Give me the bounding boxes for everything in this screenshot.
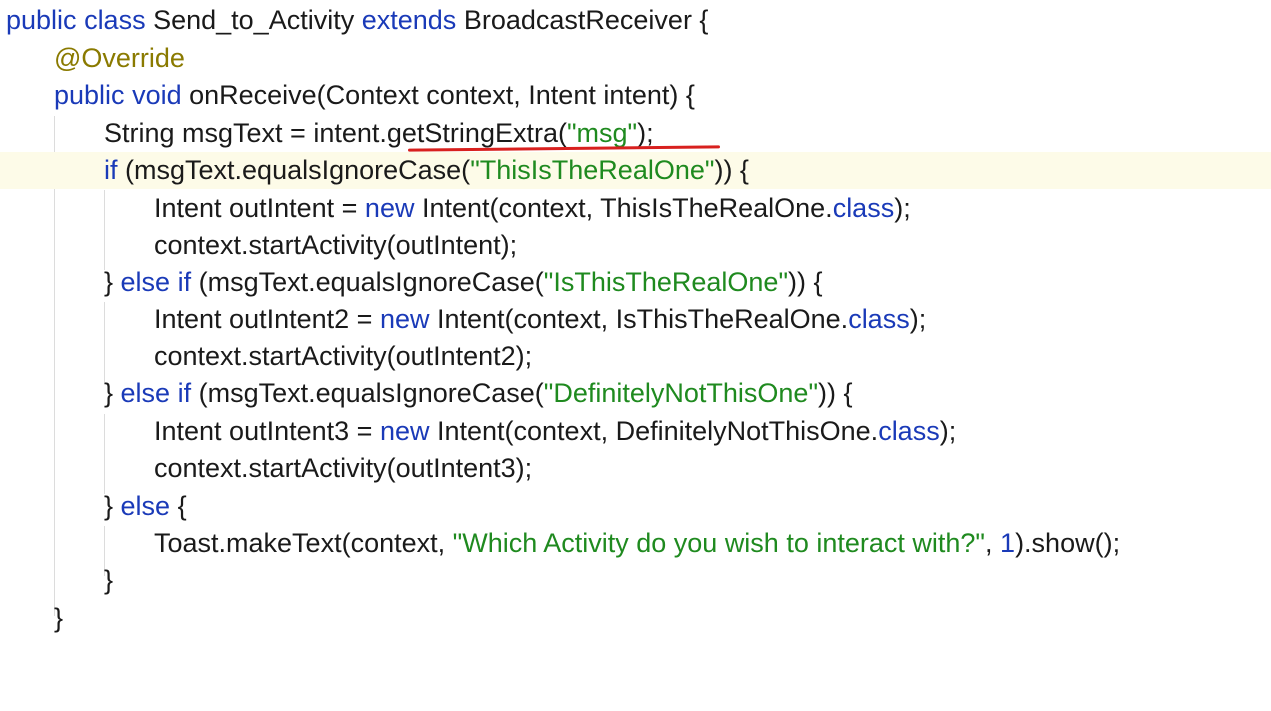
code-token: Intent outIntent = — [154, 193, 365, 223]
code-text: } else if (msgText.equalsIgnoreCase("IsT… — [104, 264, 823, 301]
code-token: } — [104, 378, 121, 408]
code-text: context.startActivity(outIntent3); — [154, 453, 533, 483]
code-token: (msgText.equalsIgnoreCase( — [198, 378, 544, 408]
keyword: class — [848, 304, 910, 334]
keyword: void — [132, 80, 182, 110]
code-token: Toast.makeText(context, — [154, 528, 453, 558]
code-line[interactable]: } — [0, 562, 1271, 599]
code-line[interactable]: } — [0, 600, 1271, 637]
code-token: Intent(context, IsThisTheRealOne. — [436, 304, 849, 334]
code-line[interactable]: context.startActivity(outIntent); — [0, 227, 1271, 264]
code-token: ); — [909, 304, 927, 334]
code-editor[interactable]: public class Send_to_Activity extends Br… — [0, 0, 1271, 642]
method-call: getStringExtra( — [386, 118, 567, 148]
code-line[interactable]: Intent outIntent3 = new Intent(context, … — [0, 413, 1271, 450]
code-line[interactable]: Intent outIntent = new Intent(context, T… — [0, 190, 1271, 227]
keyword: new — [364, 193, 415, 223]
code-token: } — [104, 267, 121, 297]
code-line[interactable]: } else if (msgText.equalsIgnoreCase("Def… — [0, 375, 1271, 412]
code-token: BroadcastReceiver { — [463, 5, 709, 35]
code-text: if (msgText.equalsIgnoreCase("ThisIsTheR… — [104, 152, 749, 189]
string-literal: "Which Activity do you wish to interact … — [452, 528, 986, 558]
code-line-current[interactable]: if (msgText.equalsIgnoreCase("ThisIsTheR… — [0, 152, 1271, 189]
code-token: )) { — [818, 378, 853, 408]
keyword: extends — [361, 5, 457, 35]
code-line[interactable]: public void onReceive(Context context, I… — [0, 77, 1271, 114]
keyword: if — [104, 155, 118, 185]
code-text: } else if (msgText.equalsIgnoreCase("Def… — [104, 375, 853, 412]
string-literal: "msg" — [566, 118, 638, 148]
code-text: } — [54, 603, 64, 633]
code-token: String msgText = intent. — [104, 118, 387, 148]
code-text: context.startActivity(outIntent2); — [154, 341, 533, 371]
string-literal: "ThisIsTheRealOne" — [470, 155, 715, 185]
code-line[interactable]: @Override — [0, 40, 1271, 77]
code-text: Intent outIntent3 = new Intent(context, … — [154, 413, 956, 450]
code-text: Intent outIntent2 = new Intent(context, … — [154, 301, 926, 338]
keyword: class — [878, 416, 940, 446]
code-token: ).show(); — [1015, 528, 1121, 558]
code-token: Intent outIntent2 = — [154, 304, 380, 334]
keyword: else — [120, 267, 171, 297]
code-token: { — [170, 491, 187, 521]
annotation: @Override — [54, 43, 185, 73]
keyword: else — [120, 378, 171, 408]
code-token: ); — [939, 416, 957, 446]
string-literal: "IsThisTheRealOne" — [543, 267, 789, 297]
code-line[interactable]: public class Send_to_Activity extends Br… — [0, 2, 1271, 39]
code-line[interactable]: } else if (msgText.equalsIgnoreCase("IsT… — [0, 264, 1271, 301]
keyword: new — [379, 304, 430, 334]
code-token: Intent(context, ThisIsTheRealOne. — [421, 193, 833, 223]
code-text: public class Send_to_Activity extends Br… — [6, 2, 708, 39]
code-token: )) { — [788, 267, 823, 297]
code-line[interactable]: Intent outIntent2 = new Intent(context, … — [0, 301, 1271, 338]
code-token: ); — [637, 118, 654, 148]
keyword: else — [120, 491, 171, 521]
code-line[interactable]: } else { — [0, 488, 1271, 525]
code-text: Intent outIntent = new Intent(context, T… — [154, 190, 911, 227]
code-token: , — [985, 528, 1001, 558]
keyword: if — [177, 267, 192, 297]
code-line[interactable]: context.startActivity(outIntent3); — [0, 450, 1271, 487]
code-token: Intent(context, DefinitelyNotThisOne. — [436, 416, 879, 446]
code-text: Toast.makeText(context, "Which Activity … — [154, 525, 1120, 562]
keyword: new — [379, 416, 430, 446]
code-token: onReceive(Context context, Intent intent… — [189, 80, 695, 110]
keyword: if — [177, 378, 192, 408]
code-token: (msgText.equalsIgnoreCase( — [198, 267, 544, 297]
string-literal: "DefinitelyNotThisOne" — [543, 378, 819, 408]
code-line[interactable]: context.startActivity(outIntent2); — [0, 338, 1271, 375]
keyword: class — [84, 5, 146, 35]
number-literal: 1 — [1000, 528, 1016, 558]
code-text: public void onReceive(Context context, I… — [54, 77, 695, 114]
code-token: ); — [894, 193, 911, 223]
code-line[interactable]: Toast.makeText(context, "Which Activity … — [0, 525, 1271, 562]
code-text: } else { — [104, 488, 187, 525]
code-token: (msgText.equalsIgnoreCase( — [125, 155, 471, 185]
code-token: )) { — [714, 155, 749, 185]
keyword: public — [6, 5, 77, 35]
code-text: context.startActivity(outIntent); — [154, 230, 518, 260]
class-name: Send_to_Activity — [153, 5, 355, 35]
keyword: class — [832, 193, 895, 223]
code-text: } — [104, 565, 114, 595]
code-token: } — [104, 491, 121, 521]
keyword: public — [54, 80, 125, 110]
code-token: Intent outIntent3 = — [154, 416, 380, 446]
